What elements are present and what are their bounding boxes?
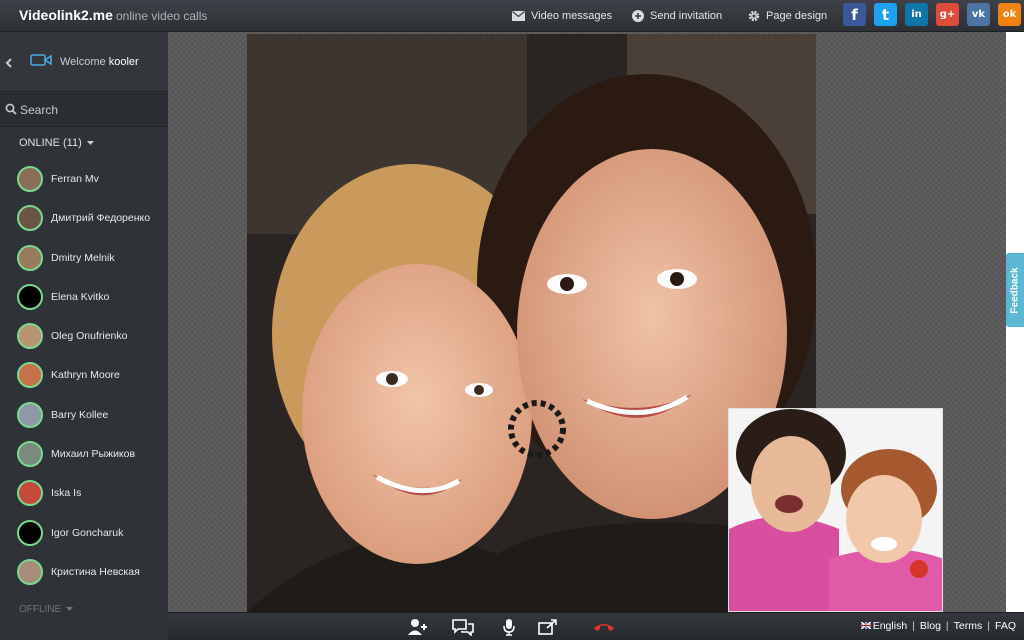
odnoklassniki-icon[interactable]: ok: [998, 3, 1021, 26]
chat-button[interactable]: [451, 617, 475, 637]
sidebar: Welcome kooler Search ONLINE (11) Ferran…: [0, 32, 168, 640]
online-contacts-toggle[interactable]: ONLINE (11): [19, 137, 94, 149]
avatar: [17, 205, 43, 232]
avatar: [17, 244, 43, 271]
contact-name: Barry Kollee: [51, 408, 109, 421]
contact-name: Kathryn Moore: [51, 369, 120, 382]
screen-share-icon: [538, 619, 557, 635]
footer-separator: |: [945, 620, 949, 632]
welcome-username[interactable]: kooler: [109, 56, 139, 68]
contact-item[interactable]: Михаил Рыжиков: [0, 435, 168, 474]
add-user-icon: [408, 619, 427, 635]
uk-flag-icon: [860, 622, 871, 629]
contact-search[interactable]: Search: [0, 93, 168, 127]
contact-item[interactable]: Кристина Невская: [0, 553, 168, 592]
contact-item[interactable]: Iska Is: [0, 474, 168, 513]
welcome-prefix: Welcome: [60, 56, 106, 68]
contact-name: Dmitry Melnik: [51, 251, 115, 264]
local-video-preview[interactable]: [728, 408, 943, 612]
videolink-app: Videolink2.me online video calls Video m…: [0, 0, 1024, 640]
avatar: [17, 323, 43, 350]
contact-name: Михаил Рыжиков: [51, 448, 136, 461]
avatar: [17, 401, 43, 428]
contact-name: Кристина Невская: [51, 565, 140, 578]
avatar: [17, 166, 43, 192]
search-icon: [5, 103, 17, 115]
twitter-icon[interactable]: t: [874, 3, 897, 26]
video-messages-label: Video messages: [531, 10, 613, 22]
footer-separator: |: [987, 620, 990, 632]
google-plus-icon[interactable]: g+: [936, 3, 959, 26]
send-invitation-label: Send invitation: [650, 10, 723, 22]
online-contact-list: Ferran Mv Дмитрий Федоренко Dmitry Melnik E…: [0, 160, 168, 592]
chat-bubbles-icon: [452, 619, 474, 636]
add-participant-button[interactable]: [406, 617, 430, 637]
contact-name: Ferran Mv: [51, 173, 99, 185]
avatar: [17, 519, 43, 546]
offline-contacts-toggle[interactable]: OFFLINE: [19, 604, 74, 615]
contact-name: Дмитрий Федоренко: [51, 212, 151, 225]
video-messages-link[interactable]: Video messages: [512, 6, 612, 26]
avatar: [17, 362, 43, 389]
footer-separator: |: [912, 620, 915, 632]
hang-up-button[interactable]: [592, 617, 616, 637]
contact-item[interactable]: Elena Kvitko: [0, 278, 168, 317]
contact-item[interactable]: Дмитрий Федоренко: [0, 199, 168, 238]
avatar: [17, 441, 43, 468]
gear-icon: [748, 10, 760, 22]
feedback-tab[interactable]: Feedback: [1006, 253, 1024, 327]
terms-link[interactable]: Terms: [954, 620, 983, 632]
caret-down-icon: [66, 606, 74, 611]
faq-link[interactable]: FAQ: [995, 620, 1016, 632]
avatar: [17, 283, 43, 310]
facebook-icon[interactable]: f: [843, 3, 866, 26]
search-label: Search: [20, 103, 59, 117]
screen-share-button[interactable]: [536, 617, 560, 637]
online-header-label: ONLINE (11): [19, 137, 82, 149]
top-bar: Videolink2.me online video calls Video m…: [0, 0, 1024, 32]
video-stage: [168, 32, 1006, 612]
contact-item[interactable]: Barry Kollee: [0, 396, 168, 435]
avatar: [17, 558, 43, 585]
page-design-label: Page design: [766, 10, 828, 22]
vk-icon[interactable]: vk: [967, 3, 990, 26]
linkedin-icon[interactable]: in: [905, 3, 928, 26]
footer-links: English | Blog | Terms | FAQ: [860, 620, 1016, 632]
contact-name: Oleg Onufrienko: [51, 330, 128, 343]
avatar: [17, 480, 43, 507]
chevron-left-icon[interactable]: [5, 58, 12, 68]
contact-item[interactable]: Dmitry Melnik: [0, 239, 168, 278]
local-video-image: [729, 409, 942, 611]
contact-item[interactable]: Igor Goncharuk: [0, 514, 168, 553]
send-invitation-link[interactable]: Send invitation: [632, 6, 722, 26]
phone-hangup-icon: [594, 624, 614, 631]
page-design-link[interactable]: Page design: [748, 6, 827, 26]
welcome-row: Welcome kooler: [0, 32, 168, 92]
contact-item[interactable]: Ferran Mv: [0, 160, 168, 199]
offline-header-label: OFFLINE: [19, 604, 62, 615]
blog-link[interactable]: Blog: [920, 620, 941, 632]
language-selector[interactable]: English: [860, 620, 908, 632]
caret-down-icon: [86, 140, 94, 145]
contact-item[interactable]: Oleg Onufrienko: [0, 317, 168, 356]
call-control-bar: English | Blog | Terms | FAQ: [168, 612, 1024, 640]
microphone-button[interactable]: [497, 617, 521, 637]
brand-logo[interactable]: Videolink2.me: [19, 7, 113, 23]
contact-name: Elena Kvitko: [51, 290, 110, 303]
contact-name: Igor Goncharuk: [51, 526, 124, 539]
envelope-icon: [512, 11, 525, 21]
video-camera-icon: [30, 54, 52, 66]
brand-tagline: online video calls: [116, 9, 208, 23]
contact-name: Iska Is: [51, 487, 82, 500]
plus-circle-icon: [632, 10, 644, 22]
feedback-label: Feedback: [1009, 266, 1021, 314]
language-label: English: [872, 620, 908, 632]
welcome-message: Welcome kooler: [60, 56, 139, 68]
contact-item[interactable]: Kathryn Moore: [0, 356, 168, 395]
microphone-icon: [503, 619, 515, 636]
